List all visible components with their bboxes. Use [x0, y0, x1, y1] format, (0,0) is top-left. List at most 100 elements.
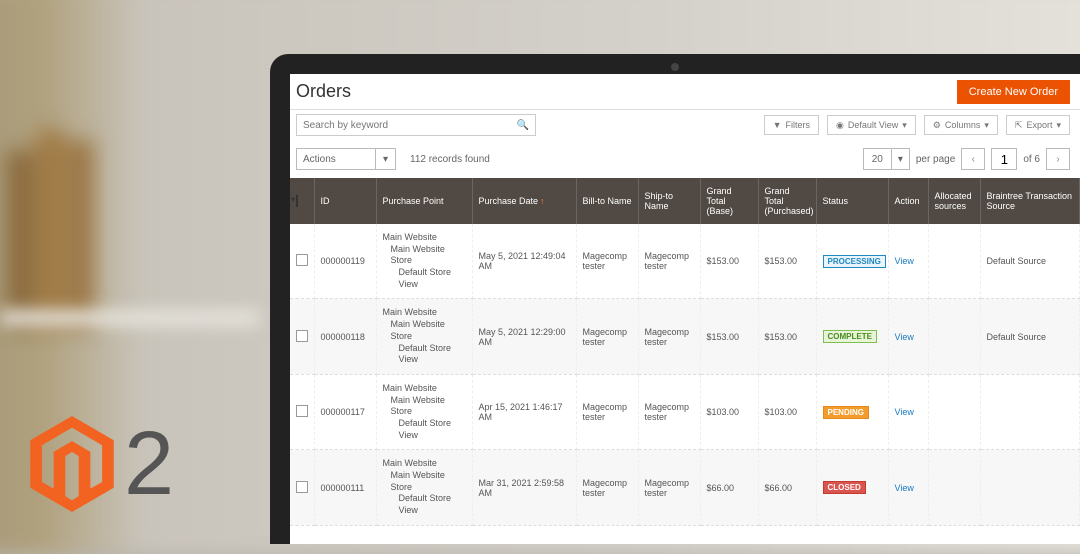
select-all-header[interactable]: [290, 178, 314, 224]
col-status[interactable]: Status: [816, 178, 888, 224]
cell-status: PENDING: [816, 374, 888, 449]
filters-button[interactable]: ▼Filters: [764, 115, 819, 135]
col-purchase-point[interactable]: Purchase Point: [376, 178, 472, 224]
background-shelf: [0, 310, 260, 326]
cell-ship-to: Magecomp tester: [638, 299, 700, 374]
funnel-icon: ▼: [773, 120, 782, 130]
caret-down-icon: ▾: [1056, 120, 1061, 131]
cell-action: View: [888, 374, 928, 449]
next-page-button[interactable]: ›: [1046, 148, 1070, 170]
camera-icon: [671, 63, 679, 71]
cell-action: View: [888, 450, 928, 525]
cell-id: 000000111: [314, 450, 376, 525]
view-link[interactable]: View: [895, 332, 914, 342]
view-link[interactable]: View: [895, 483, 914, 493]
screen: Orders Create New Order 🔍 ▼Filters ◉Defa…: [290, 74, 1080, 544]
total-pages: of 6: [1023, 154, 1040, 165]
per-page-label: per page: [916, 154, 955, 165]
cell-gt-base: $103.00: [700, 374, 758, 449]
cell-gt-base: $153.00: [700, 224, 758, 299]
col-braintree[interactable]: Braintree Transaction Source: [980, 178, 1080, 224]
table-row[interactable]: 000000118Main WebsiteMain Website StoreD…: [290, 299, 1080, 374]
cell-date: Mar 31, 2021 2:59:58 AM: [472, 450, 576, 525]
view-link[interactable]: View: [895, 256, 914, 266]
cell-source: Default Source: [980, 299, 1080, 374]
cell-ship-to: Magecomp tester: [638, 450, 700, 525]
table-row[interactable]: 000000111Main WebsiteMain Website StoreD…: [290, 450, 1080, 525]
table-row[interactable]: 000000119Main WebsiteMain Website StoreD…: [290, 224, 1080, 299]
cell-status: PROCESSING: [816, 224, 888, 299]
cell-gt-purchased: $103.00: [758, 374, 816, 449]
search-icon[interactable]: 🔍: [517, 120, 529, 131]
create-new-order-button[interactable]: Create New Order: [957, 80, 1070, 104]
columns-button[interactable]: ⚙Columns▾: [924, 115, 998, 135]
cell-gt-purchased: $66.00: [758, 450, 816, 525]
table-body: 000000119Main WebsiteMain Website StoreD…: [290, 224, 1080, 525]
row-checkbox[interactable]: [290, 450, 314, 525]
pager: 20 ▾ per page ‹ of 6 ›: [863, 148, 1070, 170]
prev-page-button[interactable]: ‹: [961, 148, 985, 170]
search-input[interactable]: [303, 120, 495, 131]
caret-down-icon[interactable]: ▾: [375, 149, 395, 169]
magento-icon: [30, 416, 114, 512]
cell-date: Apr 15, 2021 1:46:17 AM: [472, 374, 576, 449]
cell-bill-to: Magecomp tester: [576, 374, 638, 449]
col-ship-to[interactable]: Ship-to Name: [638, 178, 700, 224]
cell-gt-base: $66.00: [700, 450, 758, 525]
cell-date: May 5, 2021 12:49:04 AM: [472, 224, 576, 299]
col-id[interactable]: ID: [314, 178, 376, 224]
cell-ship-to: Magecomp tester: [638, 374, 700, 449]
cell-allocated: [928, 224, 980, 299]
orders-table: ID Purchase Point Purchase Date↑ Bill-to…: [290, 178, 1080, 526]
magento-logo: 2: [30, 416, 174, 512]
status-badge: PENDING: [823, 406, 869, 419]
col-action[interactable]: Action: [888, 178, 928, 224]
caret-down-icon[interactable]: ▾: [891, 149, 909, 169]
logo-version: 2: [124, 419, 174, 509]
cell-purchase-point: Main WebsiteMain Website StoreDefault St…: [376, 374, 472, 449]
search-box[interactable]: 🔍: [296, 114, 536, 136]
caret-down-icon: ▾: [984, 120, 989, 131]
toolbar-actions-row: Actions ▾ 112 records found 20 ▾ per pag…: [290, 142, 1080, 178]
cell-status: COMPLETE: [816, 299, 888, 374]
export-button[interactable]: ⇱Export▾: [1006, 115, 1070, 135]
status-badge: COMPLETE: [823, 330, 877, 343]
table-header: ID Purchase Point Purchase Date↑ Bill-to…: [290, 178, 1080, 224]
cell-gt-base: $153.00: [700, 299, 758, 374]
cell-gt-purchased: $153.00: [758, 299, 816, 374]
actions-label: Actions: [303, 154, 336, 165]
gear-icon: ⚙: [933, 120, 941, 131]
cell-status: CLOSED: [816, 450, 888, 525]
eye-icon: ◉: [836, 120, 844, 131]
sort-asc-icon: ↑: [540, 196, 545, 206]
table-row[interactable]: 000000117Main WebsiteMain Website StoreD…: [290, 374, 1080, 449]
col-grand-total-base[interactable]: Grand Total (Base): [700, 178, 758, 224]
view-link[interactable]: View: [895, 407, 914, 417]
actions-select[interactable]: Actions ▾: [296, 148, 396, 170]
row-checkbox[interactable]: [290, 374, 314, 449]
default-view-button[interactable]: ◉Default View▾: [827, 115, 916, 135]
page-header: Orders Create New Order: [290, 74, 1080, 110]
per-page-select[interactable]: 20 ▾: [863, 148, 910, 170]
export-icon: ⇱: [1015, 120, 1023, 131]
caret-down-icon: ▾: [902, 120, 907, 131]
row-checkbox[interactable]: [290, 224, 314, 299]
cell-source: [980, 374, 1080, 449]
laptop-frame: Orders Create New Order 🔍 ▼Filters ◉Defa…: [270, 54, 1080, 544]
cell-bill-to: Magecomp tester: [576, 224, 638, 299]
page-input[interactable]: [991, 148, 1017, 170]
cell-purchase-point: Main WebsiteMain Website StoreDefault St…: [376, 299, 472, 374]
cell-id: 000000118: [314, 299, 376, 374]
col-allocated[interactable]: Allocated sources: [928, 178, 980, 224]
cell-id: 000000117: [314, 374, 376, 449]
page-title: Orders: [296, 81, 351, 102]
cell-gt-purchased: $153.00: [758, 224, 816, 299]
col-bill-to[interactable]: Bill-to Name: [576, 178, 638, 224]
status-badge: PROCESSING: [823, 255, 886, 268]
cell-source: [980, 450, 1080, 525]
records-found: 112 records found: [410, 154, 490, 165]
row-checkbox[interactable]: [290, 299, 314, 374]
col-purchase-date[interactable]: Purchase Date↑: [472, 178, 576, 224]
cell-date: May 5, 2021 12:29:00 AM: [472, 299, 576, 374]
col-grand-total-purchased[interactable]: Grand Total (Purchased): [758, 178, 816, 224]
